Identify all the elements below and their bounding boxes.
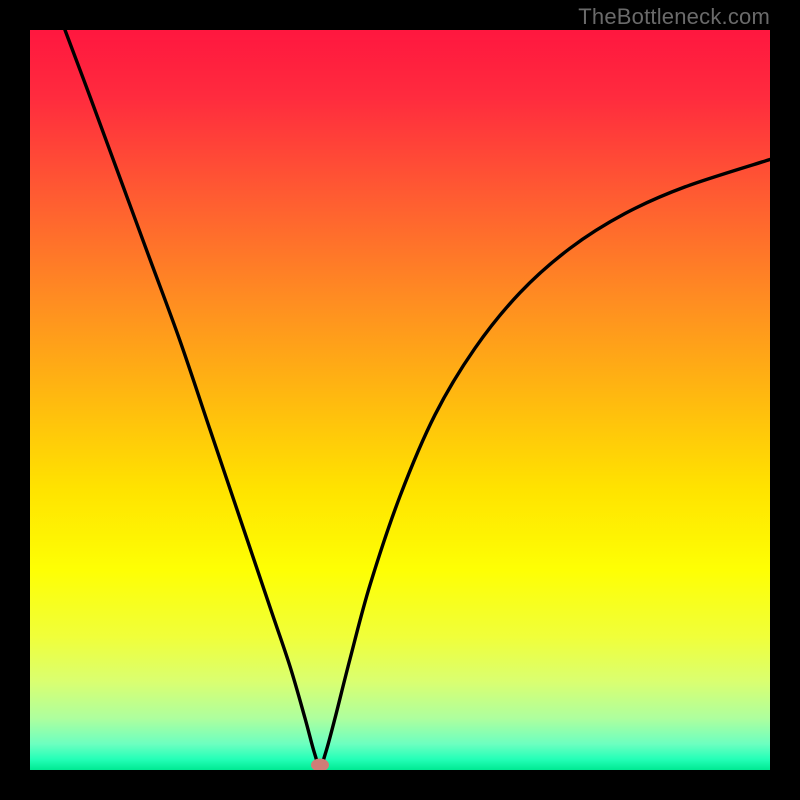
watermark-text: TheBottleneck.com bbox=[578, 4, 770, 30]
apex-marker bbox=[311, 758, 329, 770]
chart-frame bbox=[30, 30, 770, 770]
chart-curve bbox=[30, 30, 770, 770]
